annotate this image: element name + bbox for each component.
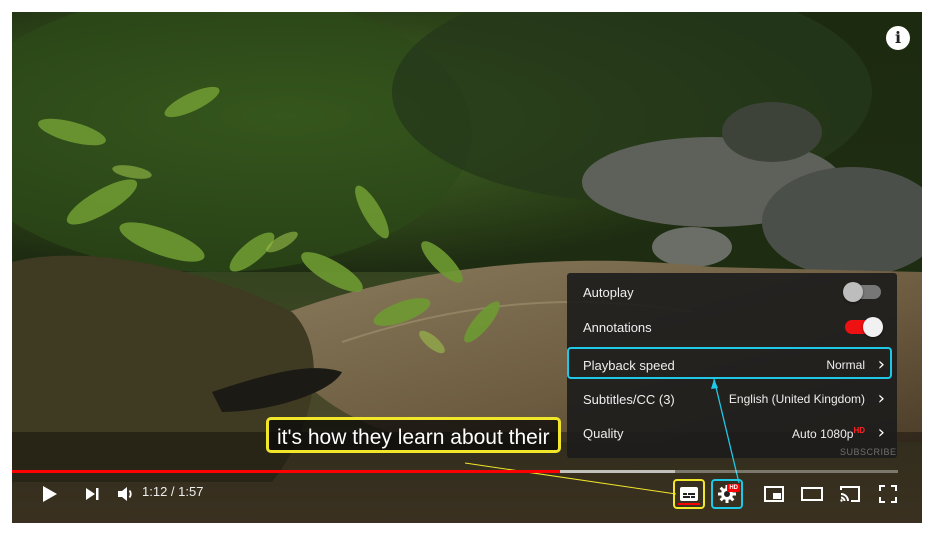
cast-icon[interactable] — [836, 479, 864, 509]
annotation-lines — [464, 378, 740, 495]
gear-icon[interactable]: HD — [711, 479, 743, 509]
volume-icon[interactable] — [112, 479, 140, 509]
miniplayer-icon[interactable] — [760, 479, 788, 509]
subtitles-icon[interactable] — [673, 479, 705, 509]
progress-buffered — [560, 470, 675, 473]
theater-mode-icon[interactable] — [797, 479, 827, 509]
settings-hd-badge: HD — [727, 484, 740, 492]
progress-bar[interactable] — [12, 470, 898, 473]
progress-played — [12, 470, 560, 473]
play-icon[interactable] — [34, 479, 64, 509]
next-icon[interactable] — [78, 479, 106, 509]
fullscreen-icon[interactable] — [874, 479, 902, 509]
time-display: 1:12 / 1:57 — [142, 484, 204, 499]
